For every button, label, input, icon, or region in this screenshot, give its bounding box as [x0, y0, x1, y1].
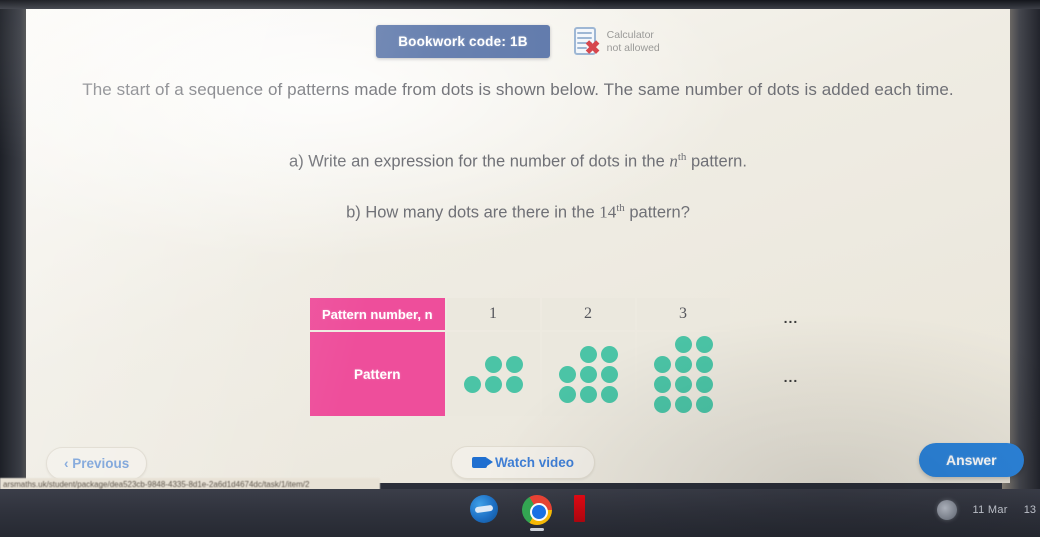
calculator-label-line2: not allowed [606, 41, 660, 54]
dot-row [558, 365, 618, 383]
pattern-dot-empty [464, 356, 481, 373]
calculator-label-line1: Calculator [606, 28, 654, 41]
pattern-dot [484, 355, 502, 373]
pattern-dot [505, 355, 523, 373]
pattern-dot [674, 395, 692, 413]
pattern-dot [600, 365, 618, 383]
pattern-table-wrapper: Pattern number, n 1 2 3 Pattern ... ... [308, 296, 797, 418]
calculator-icon: ✖ [572, 26, 601, 59]
bookwork-code-badge: Bookwork code: 1B [376, 25, 550, 58]
pattern-cell-2 [541, 332, 635, 416]
question-part-a: a) Write an expression for the number of… [50, 151, 986, 172]
part-b-suffix: pattern? [624, 203, 690, 222]
dot-grid-3 [637, 335, 730, 413]
pattern-dot [579, 385, 597, 403]
pattern-dot [579, 365, 597, 383]
moon-icon[interactable] [936, 500, 957, 520]
previous-button[interactable]: ‹ Previous [46, 447, 148, 480]
part-b-number: 14 [599, 202, 617, 222]
previous-button-label: Previous [72, 456, 130, 471]
dot-row [558, 385, 618, 403]
video-camera-icon [472, 457, 493, 468]
taskbar-app-icons [470, 495, 604, 531]
pattern-dot [695, 375, 713, 393]
worksheet-page: Bookwork code: 1B ✖ Calculator not allow… [26, 5, 1024, 483]
part-a-variable: n [669, 151, 678, 171]
row-header-pattern-number: Pattern number, n [310, 298, 445, 330]
chrome-icon[interactable] [522, 495, 552, 531]
table-row-patterns: Pattern [310, 332, 730, 416]
part-b-superscript: th [616, 202, 625, 214]
pattern-dot-empty [654, 336, 671, 353]
pattern-cell-3 [636, 332, 730, 416]
dot-row [653, 375, 713, 393]
taskbar-system-tray: 11 Mar 13 [936, 500, 1036, 520]
question-part-b: b) How many dots are there in the 14th p… [50, 202, 986, 223]
part-a-suffix: pattern. [686, 152, 747, 171]
pattern-dot [600, 345, 618, 363]
taskbar-date[interactable]: 11 Mar [973, 504, 1008, 516]
watch-video-button[interactable]: Watch video [451, 446, 596, 479]
pattern-dot [674, 335, 692, 353]
dot-grid-1 [447, 355, 540, 393]
monitor-top-bezel [0, 0, 1040, 9]
pattern-dot [558, 365, 576, 383]
question-header: Bookwork code: 1B ✖ Calculator not allow… [26, 25, 1010, 58]
dot-row [559, 345, 618, 363]
row-header-pattern: Pattern [310, 332, 445, 416]
part-b-prefix: b) How many dots are there in the [346, 203, 600, 222]
screen-photo: Bookwork code: 1B ✖ Calculator not allow… [0, 0, 1040, 537]
pattern-dot [600, 385, 618, 403]
pattern-dot [653, 375, 671, 393]
os-taskbar: 11 Mar 13 [0, 489, 1040, 537]
answer-button[interactable]: Answer [919, 443, 1024, 477]
part-a-prefix: a) Write an expression for the number of… [289, 152, 670, 171]
pattern-number-cell-3: 3 [636, 298, 730, 330]
netflix-icon[interactable] [574, 495, 604, 525]
dot-row [463, 375, 523, 393]
pattern-dot [674, 355, 692, 373]
edge-icon[interactable] [470, 495, 500, 525]
pattern-dot [695, 355, 713, 373]
pattern-dot [695, 395, 713, 413]
calculator-label: Calculator not allowed [607, 29, 660, 55]
pattern-dot [463, 375, 481, 393]
dot-grid-2 [542, 345, 635, 403]
ellipsis-top: ... [783, 310, 799, 326]
taskbar-extra[interactable]: 13 [1024, 504, 1036, 516]
pattern-dot [653, 395, 671, 413]
pattern-dot [558, 385, 576, 403]
watch-video-label: Watch video [495, 455, 575, 470]
ellipsis-bottom: ... [783, 369, 799, 385]
pattern-number-cell-2: 2 [541, 298, 635, 330]
pattern-number-cell-1: 1 [446, 298, 540, 330]
pattern-dot [484, 375, 502, 393]
pattern-dot [505, 375, 523, 393]
red-x-icon: ✖ [584, 37, 601, 59]
pattern-dot [674, 375, 692, 393]
calculator-not-allowed: ✖ Calculator not allowed [572, 26, 660, 58]
pattern-cell-1 [446, 332, 540, 416]
dot-row [653, 395, 713, 413]
pattern-dot [695, 335, 713, 353]
pattern-table: Pattern number, n 1 2 3 Pattern [308, 296, 732, 418]
pattern-dot [653, 355, 671, 373]
question-intro: The start of a sequence of patterns made… [82, 80, 954, 99]
pattern-dot [579, 345, 597, 363]
chevron-left-icon: ‹ [64, 456, 69, 471]
dot-row [464, 355, 523, 373]
dot-row [654, 335, 713, 353]
dot-row [653, 355, 713, 373]
table-row-pattern-numbers: Pattern number, n 1 2 3 [310, 298, 730, 330]
pattern-dot-empty [559, 346, 576, 363]
